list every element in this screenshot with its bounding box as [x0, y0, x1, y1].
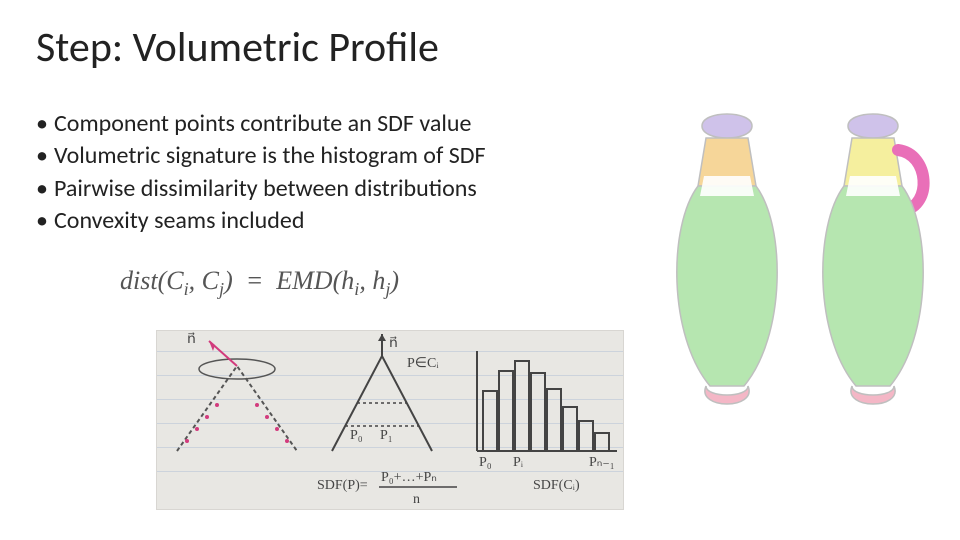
label-n-left: n⃗ [187, 332, 196, 347]
label-frac-top: P₀+…+Pₙ [381, 470, 437, 485]
bullet-text: Pairwise dissimilarity between distribut… [54, 173, 477, 205]
bullet-item: •Component points contribute an SDF valu… [36, 108, 486, 140]
bullet-list: •Component points contribute an SDF valu… [36, 108, 486, 238]
slide-title: Step: Volumetric Profile [36, 22, 439, 73]
bullet-item: •Volumetric signature is the histogram o… [36, 140, 486, 172]
vase-lid [702, 114, 752, 138]
bullet-item: •Convexity seams included [36, 205, 486, 237]
sketch-left-cone: n⃗ [177, 332, 297, 451]
bullet-text: Convexity seams included [54, 205, 304, 237]
vase-body [823, 186, 923, 386]
sketch-histogram [477, 351, 617, 451]
sketch-svg: n⃗ n⃗ P∈Cᵢ P₀ P₁ P₀ Pᵢ P [157, 331, 624, 510]
label-p-in-c: P∈Cᵢ [407, 356, 439, 371]
distance-formula: dist(Ci, Cj) = EMD(hi, hj) [120, 266, 399, 300]
label-p0: P₀ [350, 428, 363, 443]
label-n-mid: n⃗ [389, 336, 398, 351]
vase-base [705, 386, 749, 404]
vase-segmentation-figure [654, 106, 944, 466]
vase-body [677, 186, 777, 386]
vase-left [677, 114, 777, 404]
bullet-item: •Pairwise dissimilarity between distribu… [36, 173, 486, 205]
label-p0b: P₀ [479, 455, 492, 470]
label-sdf-p: SDF(P)= [317, 478, 368, 493]
bullet-text: Volumetric signature is the histogram of… [54, 140, 486, 172]
label-sdf-ci: SDF(Cᵢ) [533, 478, 580, 493]
vase-lid [848, 114, 898, 138]
sketch-middle-cone: n⃗ P∈Cᵢ P₀ P₁ [332, 334, 439, 451]
label-pi: Pᵢ [513, 455, 524, 470]
vase-right [823, 114, 924, 404]
vase-base [851, 386, 895, 404]
bullet-text: Component points contribute an SDF value [54, 108, 471, 140]
label-frac-bot: n [413, 492, 420, 507]
sdf-sketch-figure: n⃗ n⃗ P∈Cᵢ P₀ P₁ P₀ Pᵢ P [156, 330, 624, 510]
label-pn1: Pₙ₋₁ [589, 455, 615, 470]
label-p1: P₁ [380, 428, 393, 443]
